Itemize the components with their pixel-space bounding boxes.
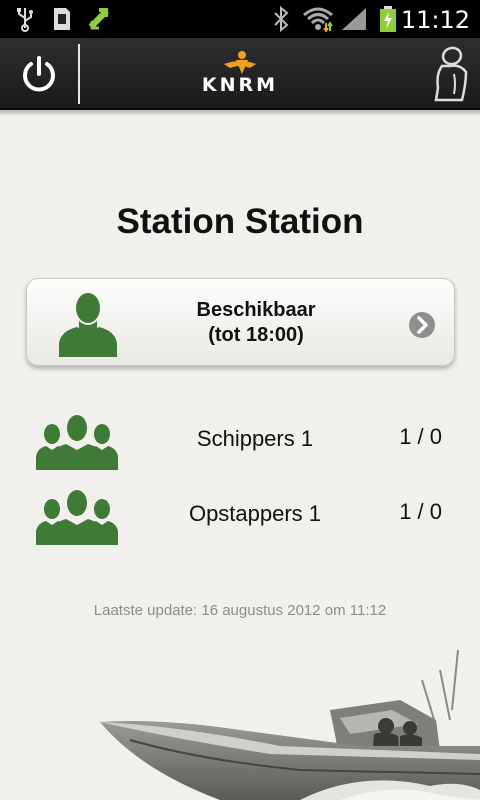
availability-status: Beschikbaar (196, 299, 316, 321)
logo-text: KNRM (201, 74, 279, 96)
status-bar: 11:12 (0, 0, 480, 38)
sync-icon (88, 8, 110, 30)
crew-label: Schippers 1 (196, 426, 314, 451)
crew-count: 1 / 0 (399, 424, 442, 449)
sd-card-icon (54, 8, 70, 30)
station-title: Station Station (116, 202, 364, 241)
chevron-right-icon (409, 312, 435, 338)
person-outline-icon (434, 46, 468, 102)
wifi-icon (303, 7, 333, 32)
crew-count: 1 / 0 (399, 499, 442, 524)
clock: 11:12 (400, 6, 470, 34)
bluetooth-icon (274, 6, 289, 32)
availability-button[interactable]: Beschikbaar (tot 18:00) (26, 278, 455, 366)
last-update-text: Laatste update: 16 augustus 2012 om 11:1… (93, 602, 387, 619)
power-icon (23, 56, 55, 92)
crew-row-opstappers: Opstappers 1 1 / 0 (0, 489, 480, 549)
group-icon (36, 415, 118, 470)
group-icon (36, 490, 118, 545)
battery-charging-icon (380, 6, 396, 32)
usb-icon (17, 8, 33, 32)
power-button[interactable] (0, 38, 78, 110)
logo-figure-icon (224, 51, 256, 74)
action-bar-divider (78, 44, 80, 104)
action-bar-shadow (0, 110, 480, 116)
person-icon (59, 293, 117, 357)
knrm-logo: KNRM (200, 50, 280, 100)
crew-label: Opstappers 1 (188, 501, 322, 526)
profile-button[interactable] (420, 38, 480, 110)
availability-until: (tot 18:00) (208, 324, 304, 346)
lifeboat-illustration (100, 650, 480, 800)
availability-label: Beschikbaar (tot 18:00) (147, 298, 365, 348)
action-bar: KNRM (0, 38, 480, 110)
signal-icon (342, 8, 366, 30)
crew-row-schippers: Schippers 1 1 / 0 (0, 414, 480, 474)
